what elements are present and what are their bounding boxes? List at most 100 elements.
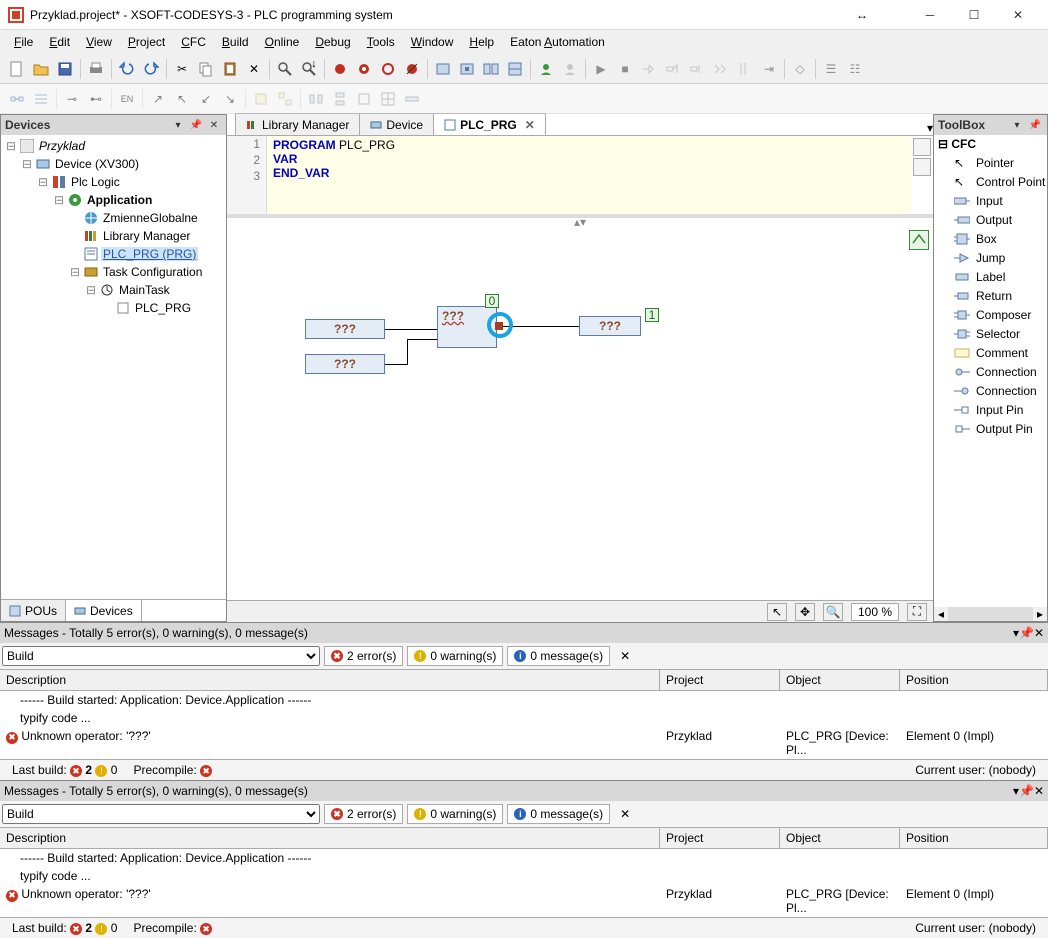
t2-11-icon[interactable] [274,88,296,110]
t2-12-icon[interactable] [305,88,327,110]
menu-window[interactable]: Window [403,33,462,51]
t2-4-icon[interactable]: ⊷ [85,88,107,110]
stop-icon[interactable]: ■ [614,58,636,80]
tool-jump[interactable]: Jump [934,248,1047,267]
tab-close-icon[interactable]: ✕ [525,118,535,132]
step5-icon[interactable] [734,58,756,80]
panel-close-icon[interactable]: ✕ [1034,784,1044,798]
t2-16-icon[interactable] [401,88,423,110]
pin-icon[interactable]: 📌 [1019,784,1034,798]
table-row[interactable]: typify code ... [0,867,1048,885]
t2-2-icon[interactable] [30,88,52,110]
cut-icon[interactable]: ✂ [171,58,193,80]
step1-icon[interactable] [638,58,660,80]
menu-tools[interactable]: Tools [359,33,403,51]
menu-view[interactable]: View [78,33,120,51]
find-icon[interactable] [274,58,296,80]
clear-messages-icon[interactable]: ✕ [614,649,636,663]
table-row[interactable]: ------ Build started: Application: Devic… [0,691,1048,709]
tool-connection-in[interactable]: Connection [934,362,1047,381]
table-row[interactable]: ------ Build started: Application: Devic… [0,849,1048,867]
dropdown-icon[interactable]: ▾ [1009,117,1025,133]
table-row[interactable]: typify code ... [0,709,1048,727]
cfc-corner-icon[interactable] [909,230,929,250]
zoom-icon[interactable]: 🔍 [823,603,843,621]
tab-device[interactable]: Device [359,113,434,135]
bp3-icon[interactable] [377,58,399,80]
delete-icon[interactable]: ✕ [243,58,265,80]
logout-icon[interactable] [559,58,581,80]
cursor-icon[interactable]: ↖ [767,603,787,621]
panel-close-icon[interactable]: ✕ [206,117,222,133]
undo-icon[interactable] [116,58,138,80]
tool-output[interactable]: Output [934,210,1047,229]
maximize-button[interactable]: ☐ [952,1,996,29]
chip-warnings[interactable]: !0 warning(s) [407,646,503,666]
tab-pous[interactable]: POUs [1,600,66,621]
toolbox-scrollbar[interactable]: ◂▸ [934,607,1047,621]
step6-icon[interactable]: ⇥ [758,58,780,80]
t2-9-icon[interactable]: ↘ [219,88,241,110]
bp4-icon[interactable] [401,58,423,80]
step3-icon[interactable] [686,58,708,80]
t2-5-icon[interactable]: EN [116,88,138,110]
menu-cfc[interactable]: CFC [173,33,214,51]
pin-icon[interactable]: 📌 [1019,626,1034,640]
tool-selector[interactable]: Selector [934,324,1047,343]
open-icon[interactable] [30,58,52,80]
panel-close-icon[interactable]: ✕ [1034,626,1044,640]
chip-info[interactable]: i0 message(s) [507,646,610,666]
declaration-editor[interactable]: 1 2 3 PROGRAM PLC_PRG VAR END_VAR [227,136,933,218]
fit-icon[interactable]: ⛶ [907,603,927,621]
tool-box[interactable]: Box [934,229,1047,248]
new-icon[interactable] [6,58,28,80]
pin-icon[interactable]: 📌 [1027,117,1043,133]
tool-return[interactable]: Return [934,286,1047,305]
redo-icon[interactable] [140,58,162,80]
tool-control-point[interactable]: ↖Control Point [934,172,1047,191]
tool-input[interactable]: Input [934,191,1047,210]
menu-edit[interactable]: Edit [41,33,78,51]
splitter[interactable]: ▴▾ [227,218,933,226]
table-row[interactable]: ✖ Unknown operator: '???'PrzykladPLC_PRG… [0,885,1048,917]
copy-icon[interactable] [195,58,217,80]
code-text[interactable]: PROGRAM PLC_PRG VAR END_VAR [267,136,911,214]
tool-connection-out[interactable]: Connection [934,381,1047,400]
messages-table[interactable]: Description Project Object Position ----… [0,669,1048,760]
pan-icon[interactable]: ✥ [795,603,815,621]
tool-pointer[interactable]: ↖Pointer [934,153,1047,172]
chip-warnings[interactable]: !0 warning(s) [407,804,503,824]
clear-messages-icon[interactable]: ✕ [614,807,636,821]
tab-plc-prg[interactable]: PLC_PRG✕ [433,113,546,135]
tool-composer[interactable]: Composer [934,305,1047,324]
misc3-icon[interactable]: ☷ [844,58,866,80]
close-button[interactable]: ✕ [996,1,1040,29]
decl-view1-icon[interactable] [913,138,931,156]
menu-eaton[interactable]: Eaton Automation [502,33,613,51]
t2-6-icon[interactable]: ↗ [147,88,169,110]
messages-table[interactable]: Description Project Object Position ----… [0,827,1048,918]
minimize-button[interactable]: ─ [908,1,952,29]
bp2-icon[interactable] [353,58,375,80]
run-icon[interactable]: ▶ [590,58,612,80]
dropdown-icon[interactable]: ▾ [170,117,186,133]
app4-icon[interactable] [504,58,526,80]
save-icon[interactable] [54,58,76,80]
table-row[interactable]: ✖ Unknown operator: '???'PrzykladPLC_PRG… [0,727,1048,759]
zoom-combo[interactable]: 100 % [851,603,899,621]
menu-build[interactable]: Build [214,33,257,51]
t2-14-icon[interactable] [353,88,375,110]
cfc-canvas[interactable]: ??? ??? ??? 0 ??? 1 [227,226,933,600]
bp1-icon[interactable] [329,58,351,80]
tool-output-pin[interactable]: Output Pin [934,419,1047,438]
tool-comment[interactable]: Comment [934,343,1047,362]
t2-8-icon[interactable]: ↙ [195,88,217,110]
menu-debug[interactable]: Debug [307,33,358,51]
menu-help[interactable]: Help [461,33,502,51]
misc1-icon[interactable]: ◇ [789,58,811,80]
app1-icon[interactable] [432,58,454,80]
step2-icon[interactable] [662,58,684,80]
app2-icon[interactable] [456,58,478,80]
toolbox-category[interactable]: ⊟ CFC [934,135,1047,153]
paste-icon[interactable] [219,58,241,80]
